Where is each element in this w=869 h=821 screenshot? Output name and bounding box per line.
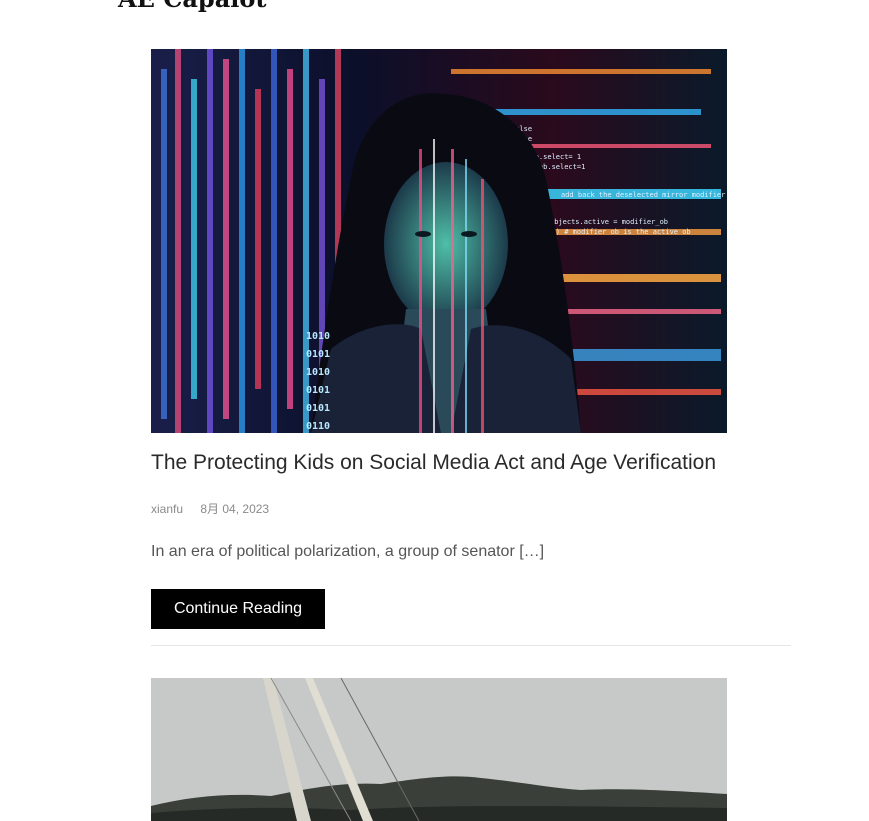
svg-text:0101: 0101 [306, 403, 330, 414]
svg-text:0101: 0101 [306, 385, 330, 396]
post-featured-image[interactable]: add back the deselected mirror modifier … [151, 49, 727, 433]
post-meta: xianfu 8月 04, 2023 [151, 501, 269, 517]
woman-code-projection-image: add back the deselected mirror modifier … [151, 49, 727, 433]
continue-reading-button[interactable]: Continue Reading [151, 589, 325, 629]
sailboat-mast-image [151, 678, 727, 821]
svg-text:0110: 0110 [306, 421, 330, 432]
svg-text:1010: 1010 [306, 331, 330, 342]
svg-text:add back the deselected mirror: add back the deselected mirror modifier [561, 191, 725, 199]
svg-text:0101: 0101 [306, 349, 330, 360]
post-title[interactable]: The Protecting Kids on Social Media Act … [151, 448, 716, 478]
post-divider [151, 645, 791, 646]
site-title[interactable]: AE Capalot [118, 0, 266, 14]
post-author[interactable]: xianfu [151, 502, 183, 516]
post-date: 8月 04, 2023 [200, 502, 270, 516]
post-featured-image[interactable] [151, 678, 727, 821]
svg-text:1010: 1010 [306, 367, 330, 378]
post-excerpt: In an era of political polarization, a g… [151, 543, 545, 560]
